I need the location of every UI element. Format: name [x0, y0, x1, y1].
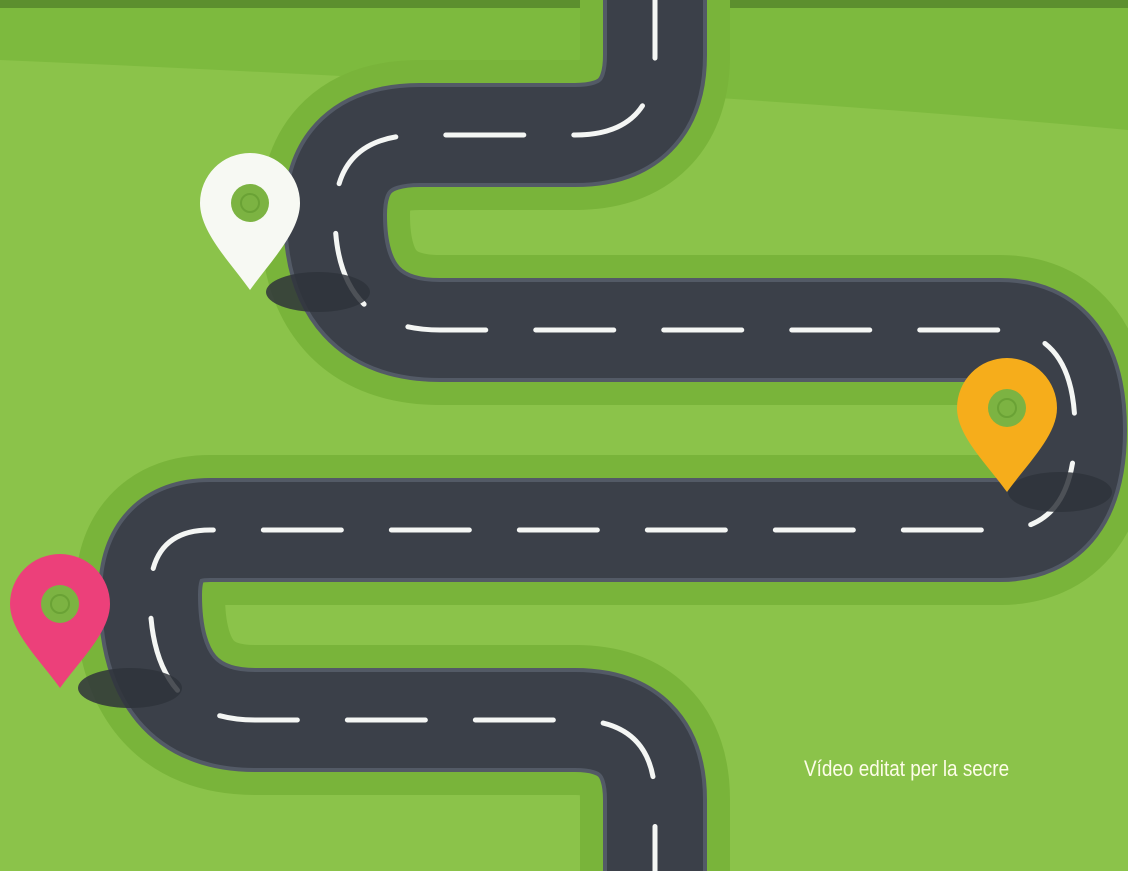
road-illustration: [0, 0, 1128, 871]
top-edge-strip: [0, 0, 1128, 8]
video-credit-caption: Vídeo editat per la secre: [804, 756, 1010, 781]
pin-shadow-orange: [1008, 472, 1112, 512]
pin-shadow-white: [266, 272, 370, 312]
pin-shadow-pink: [78, 668, 182, 708]
